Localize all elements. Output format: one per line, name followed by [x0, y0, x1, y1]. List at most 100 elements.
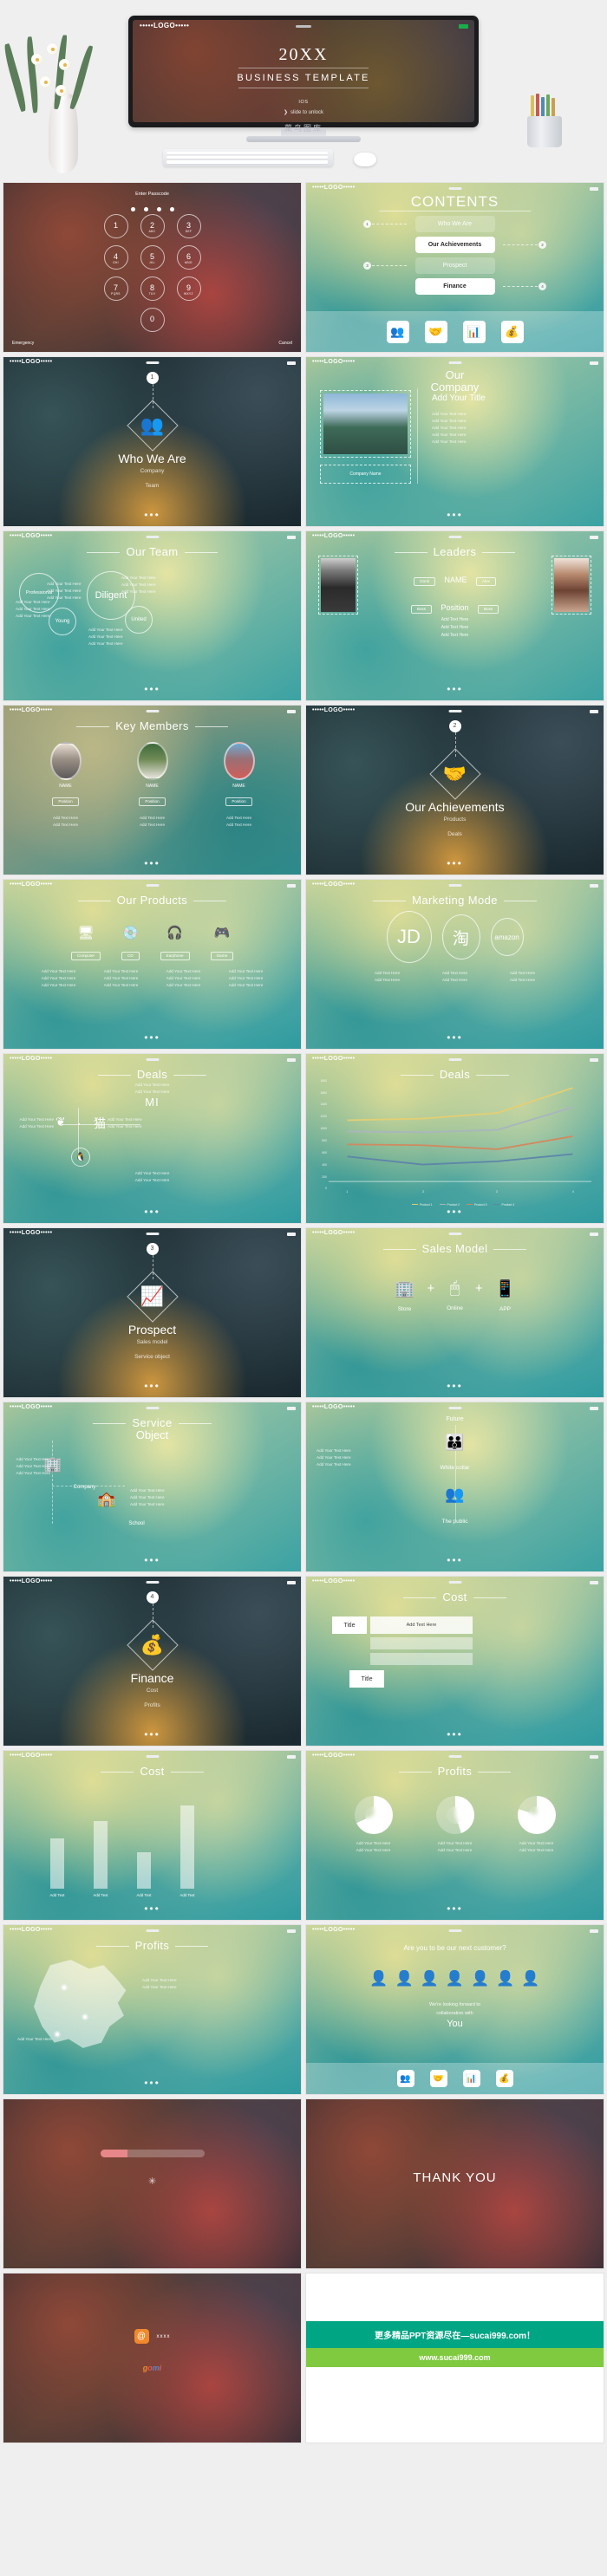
brand-row: JD 淘 amazon	[306, 911, 604, 963]
donut-cell[interactable]: Add Your Text Here Add Your Text Here	[345, 1796, 402, 1854]
notch	[448, 884, 461, 887]
slide-our-products[interactable]: •••••LOGO••••• Our Products 🖥 Computer 💿…	[3, 880, 301, 1049]
key-1[interactable]: 1	[103, 214, 128, 238]
slide-who-we-are[interactable]: •••••LOGO••••• 1 👥 Who We Are Company Te…	[3, 357, 301, 526]
text-line: Add Your Text Here	[121, 582, 156, 588]
key-3[interactable]: 3 DEF	[176, 214, 201, 238]
brand-amazon[interactable]: amazon	[490, 918, 524, 956]
member-card[interactable]: NAME Position Add Text Here Add Text Her…	[208, 742, 271, 829]
weibo-icon[interactable]: @	[134, 2329, 149, 2344]
text-line: Add Your Text Here	[432, 419, 467, 424]
cost-card-title-2[interactable]: Title	[349, 1670, 384, 1688]
slide-our-achievements[interactable]: •••••LOGO••••• 2 🤝 Our Achievements Prod…	[306, 706, 604, 875]
contents-link-prospect[interactable]: Prospect	[414, 257, 495, 274]
key-0[interactable]: 0	[140, 308, 165, 332]
person-icon: 👤	[420, 1970, 439, 1987]
promo-line-1[interactable]: 更多精品PPT资源尽在—sucai999.com！	[306, 2321, 604, 2348]
slide-our-company[interactable]: •••••LOGO••••• Our Company Company Name …	[306, 357, 604, 526]
people-icon[interactable]: 👥	[396, 2070, 414, 2087]
slide-profits-donuts[interactable]: •••••LOGO••••• Profits Add Your Text Her…	[306, 1751, 604, 1920]
slide-to-unlock[interactable]: ❯ slide to unlock	[133, 109, 474, 115]
chart-icon[interactable]: 📊	[462, 320, 486, 343]
key-7[interactable]: 7 PQRS	[103, 276, 128, 301]
slide-cost-cards[interactable]: •••••LOGO••••• Cost Title Add Text Here …	[306, 1577, 604, 1746]
page-title: Profits	[3, 1939, 301, 1952]
slide-next-customer[interactable]: •••••LOGO••••• Are you to be our next cu…	[306, 1925, 604, 2094]
weibo-logo: ❦	[55, 1115, 66, 1129]
slide-promo[interactable]: 更多精品PPT资源尽在—sucai999.com！ www.sucai999.c…	[306, 2274, 604, 2443]
member-card[interactable]: NAME Position Add Text Here Add Text Her…	[121, 742, 184, 829]
brand-jd[interactable]: JD	[386, 911, 432, 963]
slide-profits-map[interactable]: •••••LOGO••••• Profits Add Your Text Her…	[3, 1925, 301, 2094]
slide-deals-chart[interactable]: •••••LOGO••••• Deals 1800 1600 1400 1200 10…	[306, 1054, 604, 1223]
mouse	[354, 153, 376, 166]
slide-thank-you[interactable]: THANK YOU	[306, 2099, 604, 2268]
list-item[interactable]: 3 Prospect	[306, 257, 604, 276]
key-9[interactable]: 9 WXYZ	[176, 276, 201, 301]
map-pin[interactable]	[62, 1986, 66, 1989]
sales-online[interactable]: 🖱 Online	[447, 1279, 463, 1311]
deals-top-text: Add Your Text Here Add Your Text Here	[3, 1082, 301, 1096]
sales-store[interactable]: 🏢 Store	[395, 1278, 415, 1312]
slide-prospect[interactable]: •••••LOGO••••• 3 📈 Prospect Sales model …	[3, 1228, 301, 1397]
slide-passcode[interactable]: Enter Passcode 1 2 ABC 3 DEF 4 GHI 5 JKL 6 MN…	[3, 183, 301, 352]
company-photo-frame[interactable]	[320, 390, 411, 458]
cost-card-title-1[interactable]: Title	[332, 1617, 367, 1634]
cancel-button[interactable]: Cancel	[278, 341, 292, 346]
logo-text: •••••LOGO•••••	[312, 1230, 356, 1236]
member-card[interactable]: NAME Position Add Text Here Add Text Her…	[35, 742, 97, 829]
contents-link-who-we-are[interactable]: Who We Are	[414, 216, 495, 232]
sales-app[interactable]: 📱 APP	[495, 1278, 516, 1312]
people-icon[interactable]: 👥	[386, 320, 409, 343]
slide-our-team[interactable]: •••••LOGO••••• Our Team Professional You…	[3, 531, 301, 700]
slide-leaders[interactable]: •••••LOGO••••• Leaders Gomi NAME Alex Bo…	[306, 531, 604, 700]
contents-link-finance[interactable]: Finance	[414, 278, 495, 295]
map-pin[interactable]	[83, 2015, 87, 2019]
mi-logo: MI	[145, 1096, 160, 1109]
line-chart: 1800 1600 1400 1200 1000 800 600 400 200 0 123…	[320, 1078, 591, 1207]
cost-card-sub-1[interactable]: Add Text Here	[370, 1617, 473, 1634]
passcode-keypad[interactable]: 1 2 ABC 3 DEF 4 GHI 5 JKL 6 MNO 7 PQRS 8 TUV 9W…	[92, 214, 213, 339]
slide-loading[interactable]: ✳	[3, 2099, 301, 2268]
key-letters: ABC	[148, 230, 156, 233]
slide-key-members[interactable]: •••••LOGO••••• Key Members NAME Position…	[3, 706, 301, 875]
product-earphone[interactable]: 🎧 Earphone	[160, 925, 190, 961]
list-item[interactable]: 2 Our Achievements	[306, 237, 604, 255]
product-computer[interactable]: 🖥 Computer	[70, 925, 101, 961]
slide-marketing-mode[interactable]: •••••LOGO••••• Marketing Mode JD 淘 amazo…	[306, 880, 604, 1049]
contents-link-our-achievements[interactable]: Our Achievements	[414, 237, 495, 253]
slide-future[interactable]: •••••LOGO••••• Future 👪 White collar 👥 T…	[306, 1402, 604, 1571]
text-line: Add Your Text Here	[432, 433, 467, 438]
key-5[interactable]: 5 JKL	[140, 245, 165, 270]
slide-contact[interactable]: @ xxxx gomi	[3, 2274, 301, 2443]
slide-contents[interactable]: •••••LOGO••••• CONTENTS 1 Who We Are 2 O…	[306, 183, 604, 352]
product-game[interactable]: 🎮 Game	[210, 925, 234, 961]
emergency-button[interactable]: Emergency	[12, 341, 34, 346]
list-item[interactable]: 1 Who We Are	[306, 216, 604, 234]
slide-cost-bars[interactable]: •••••LOGO••••• Cost Add Text Add Text Ad…	[3, 1751, 301, 1920]
slide-sales-model[interactable]: •••••LOGO••••• Sales Model 🏢 Store + 🖱 O…	[306, 1228, 604, 1397]
donut-cell[interactable]: Add Your Text Here Add Your Text Here	[508, 1796, 565, 1854]
key-4[interactable]: 4 GHI	[103, 245, 128, 270]
page-title: Our Products	[3, 894, 301, 907]
map-pin[interactable]	[55, 2033, 59, 2036]
moneybag-icon[interactable]: 💰	[500, 320, 524, 343]
handshake-icon[interactable]: 🤝	[429, 2070, 447, 2087]
key-6[interactable]: 6 MNO	[176, 245, 201, 270]
moneybag-icon[interactable]: 💰	[495, 2070, 513, 2087]
promo-line-2[interactable]: www.sucai999.com	[306, 2348, 604, 2367]
company-name-field[interactable]: Company Name	[320, 465, 411, 484]
slide-deals-icons[interactable]: •••••LOGO••••• Deals Add Your Text Here …	[3, 1054, 301, 1223]
brand-taobao[interactable]: 淘	[441, 914, 480, 959]
product-cd[interactable]: 💿 CD	[121, 925, 140, 961]
handshake-icon[interactable]: 🤝	[424, 320, 447, 343]
key-8[interactable]: 8 TUV	[140, 276, 165, 301]
key-2[interactable]: 2 ABC	[140, 214, 165, 238]
text-line: Add Text Here	[52, 823, 79, 828]
chart-icon[interactable]: 📊	[462, 2070, 480, 2087]
slide-service-object[interactable]: •••••LOGO••••• Service Object 🏢 Company …	[3, 1402, 301, 1571]
slide-finance[interactable]: •••••LOGO••••• 4 💰 Finance Cost Profits …	[3, 1577, 301, 1746]
donut-cell[interactable]: Add Your Text Here Add Your Text Here	[427, 1796, 484, 1854]
text-line: Add Your Text Here	[103, 969, 139, 973]
list-item[interactable]: 4 Finance	[306, 278, 604, 296]
